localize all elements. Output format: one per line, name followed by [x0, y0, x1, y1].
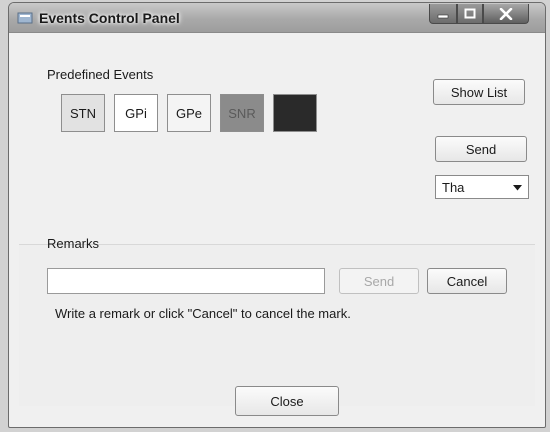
cancel-mark-button[interactable]: Cancel	[427, 268, 507, 294]
event-button-dark[interactable]	[273, 94, 317, 132]
minimize-button[interactable]	[429, 4, 457, 24]
close-window-button[interactable]	[483, 4, 529, 24]
send-event-button[interactable]: Send	[435, 136, 527, 162]
event-select[interactable]: Tha	[435, 175, 529, 199]
close-icon	[499, 7, 513, 20]
chevron-down-icon	[513, 185, 522, 191]
event-select-value: Tha	[442, 180, 465, 195]
predefined-events-label: Predefined Events	[47, 67, 154, 82]
remarks-label: Remarks	[47, 236, 100, 251]
minimize-icon	[437, 14, 449, 18]
event-button-gpi[interactable]: GPi	[114, 94, 158, 132]
events-control-panel-window: Events Control Panel Predefined Events S…	[8, 2, 546, 428]
close-button[interactable]: Close	[235, 386, 339, 416]
event-button-stn[interactable]: STN	[61, 94, 105, 132]
event-button-snr[interactable]: SNR	[220, 94, 264, 132]
send-remark-button[interactable]: Send	[339, 268, 419, 294]
client-area: Predefined Events STN GPi GPe SNR Show L…	[15, 34, 539, 422]
window-title: Events Control Panel	[39, 10, 180, 26]
title-bar[interactable]: Events Control Panel	[9, 3, 545, 33]
remark-hint-text: Write a remark or click "Cancel" to canc…	[55, 306, 351, 321]
event-button-gpe[interactable]: GPe	[167, 94, 211, 132]
app-icon	[17, 12, 33, 24]
remark-input[interactable]	[47, 268, 325, 294]
maximize-button[interactable]	[457, 4, 483, 24]
show-list-button[interactable]: Show List	[433, 79, 525, 105]
maximize-icon	[464, 8, 476, 19]
